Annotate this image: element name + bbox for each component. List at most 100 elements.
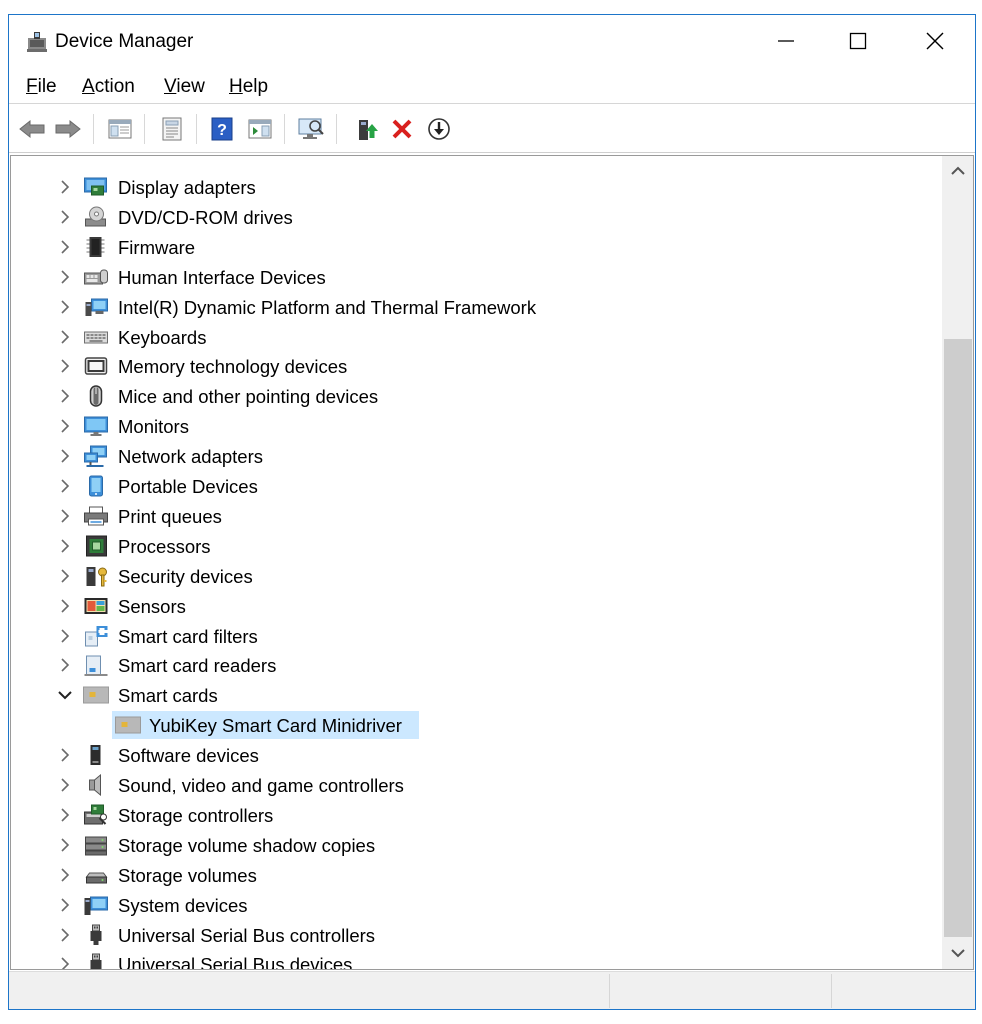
tree-item[interactable]: Sensors	[11, 591, 939, 621]
tree-item[interactable]: Universal Serial Bus devices	[11, 949, 939, 970]
scroll-up-button[interactable]	[942, 156, 973, 186]
update-driver-button[interactable]	[353, 114, 383, 144]
tree-item[interactable]: Human Interface Devices	[11, 262, 939, 292]
minimize-button[interactable]	[750, 15, 822, 67]
status-separator	[831, 974, 832, 1008]
processor-icon	[83, 535, 109, 557]
properties-icon	[162, 117, 182, 141]
chevron-right-icon[interactable]	[57, 956, 73, 969]
toolbar-separator	[196, 114, 197, 144]
tree-item-label: Storage controllers	[118, 804, 274, 826]
maximize-button[interactable]	[822, 15, 894, 67]
tree-item[interactable]: Keyboards	[11, 322, 939, 352]
chevron-right-icon[interactable]	[57, 867, 73, 883]
show-hide-console-tree-button[interactable]	[105, 114, 135, 144]
tree-item[interactable]: Portable Devices	[11, 471, 939, 501]
tree-item[interactable]: Monitors	[11, 411, 939, 441]
menu-help[interactable]: Help	[229, 76, 268, 98]
chevron-right-icon[interactable]	[57, 448, 73, 464]
tree-item[interactable]: Smart card readers	[11, 650, 939, 680]
chevron-right-icon[interactable]	[57, 598, 73, 614]
chevron-right-icon[interactable]	[57, 927, 73, 943]
tree-item[interactable]: Storage volume shadow copies	[11, 830, 939, 860]
chevron-right-icon[interactable]	[57, 329, 73, 345]
forward-button[interactable]	[53, 114, 83, 144]
back-button[interactable]	[17, 114, 47, 144]
chevron-right-icon[interactable]	[57, 837, 73, 853]
chevron-right-icon[interactable]	[57, 508, 73, 524]
chevron-right-icon[interactable]	[57, 777, 73, 793]
tree-item[interactable]: Memory technology devices	[11, 351, 939, 381]
storage-volume-icon	[83, 864, 109, 886]
menu-action[interactable]: Action	[82, 76, 135, 98]
scrollbar-thumb[interactable]	[944, 339, 972, 937]
vertical-scrollbar[interactable]	[942, 156, 973, 969]
tree-item[interactable]: Universal Serial Bus controllers	[11, 920, 939, 950]
tree-item-label: Display adapters	[118, 177, 256, 198]
action-pane-button[interactable]	[245, 114, 275, 144]
tree-item[interactable]: Firmware	[11, 232, 939, 262]
chevron-right-icon[interactable]	[57, 269, 73, 285]
tree-item[interactable]: Display adapters	[11, 172, 939, 202]
chevron-right-icon[interactable]	[57, 657, 73, 673]
menu-view[interactable]: View	[164, 76, 205, 98]
menu-file[interactable]: File	[26, 76, 57, 98]
device-tree[interactable]: Display adapters DVD/CD-ROM drives Firmwar…	[11, 156, 939, 969]
chevron-down-icon[interactable]	[57, 687, 73, 703]
toolbar-separator	[93, 114, 94, 144]
chevron-right-icon[interactable]	[57, 478, 73, 494]
chevron-right-icon[interactable]	[57, 209, 73, 225]
tree-item[interactable]: Network adapters	[11, 441, 939, 471]
scroll-down-button[interactable]	[942, 938, 973, 968]
menu-bar: File Action View Help	[9, 71, 975, 103]
chevron-right-icon[interactable]	[57, 388, 73, 404]
tree-item[interactable]: Processors	[11, 531, 939, 561]
chevron-right-icon[interactable]	[57, 299, 73, 315]
tree-item[interactable]: Storage volumes	[11, 860, 939, 890]
uninstall-device-button[interactable]	[387, 114, 417, 144]
chevron-right-icon[interactable]	[57, 568, 73, 584]
tree-item-label: Sound, video and game controllers	[118, 775, 404, 796]
tree-item[interactable]: Smart card filters	[11, 621, 939, 651]
scan-hardware-button[interactable]	[296, 114, 326, 144]
tree-item[interactable]: Software devices	[11, 740, 939, 770]
chevron-right-icon[interactable]	[57, 628, 73, 644]
window-title: Device Manager	[55, 31, 194, 52]
scan-hardware-icon	[298, 118, 324, 139]
chevron-right-icon[interactable]	[57, 358, 73, 374]
chevron-right-icon[interactable]	[57, 747, 73, 763]
sensor-icon	[83, 595, 109, 617]
tree-item-label: Universal Serial Bus devices	[118, 954, 353, 970]
show-hide-console-tree-icon	[108, 119, 132, 139]
help-button[interactable]: ?	[207, 114, 237, 144]
tree-item[interactable]: Print queues	[11, 501, 939, 531]
tree-item[interactable]: Mice and other pointing devices	[11, 381, 939, 411]
portable-device-icon	[83, 475, 109, 497]
properties-button[interactable]	[157, 114, 187, 144]
tree-item[interactable]: Smart cards	[11, 680, 939, 710]
tree-item[interactable]: DVD/CD-ROM drives	[11, 202, 939, 232]
disable-device-button[interactable]	[424, 114, 454, 144]
chevron-right-icon[interactable]	[57, 418, 73, 434]
tree-item-label: DVD/CD-ROM drives	[118, 206, 293, 228]
chevron-right-icon[interactable]	[57, 538, 73, 554]
chevron-right-icon[interactable]	[57, 179, 73, 195]
tree-item[interactable]: Intel(R) Dynamic Platform and Thermal Fr…	[11, 292, 939, 322]
tree-item[interactable]: Security devices	[11, 561, 939, 591]
title-bar[interactable]: Device Manager	[9, 15, 975, 69]
close-button[interactable]	[899, 15, 971, 67]
tree-child-item[interactable]: YubiKey Smart Card Minidriver	[11, 710, 939, 740]
smart-card-icon	[115, 714, 141, 736]
tree-item[interactable]: Storage controllers	[11, 800, 939, 830]
tree-item-label: Sensors	[118, 595, 186, 617]
chevron-right-icon[interactable]	[57, 239, 73, 255]
device-tree-pane: Display adapters DVD/CD-ROM drives Firmwar…	[10, 155, 974, 970]
dvd-drive-icon	[83, 206, 109, 228]
tree-item-label: Processors	[118, 535, 211, 557]
forward-icon	[55, 119, 81, 139]
svg-text:?: ?	[217, 122, 227, 139]
tree-item[interactable]: Sound, video and game controllers	[11, 770, 939, 800]
chevron-right-icon[interactable]	[57, 897, 73, 913]
tree-item[interactable]: System devices	[11, 890, 939, 920]
chevron-right-icon[interactable]	[57, 807, 73, 823]
